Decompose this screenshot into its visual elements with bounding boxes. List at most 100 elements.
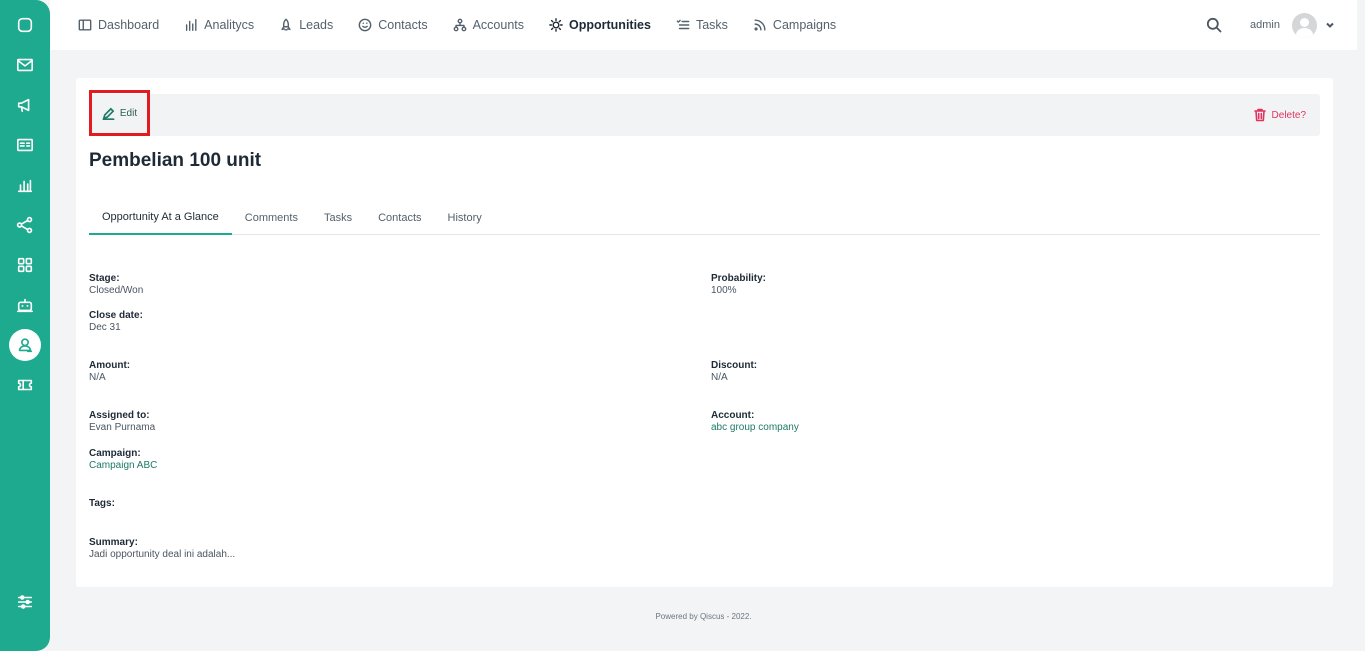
nav-item-contacts[interactable]: Contacts: [358, 18, 428, 32]
user-name: admin: [1250, 19, 1280, 31]
sidebar-item-analytics[interactable]: [9, 169, 41, 201]
field-label: Assigned to:: [89, 410, 150, 421]
smiley-icon: [358, 18, 372, 32]
field-label: Account:: [711, 410, 755, 421]
opportunity-detail-card: Edit Delete? Pembelian 100 unit Opportun…: [76, 78, 1333, 587]
field-value: Evan Purnama: [89, 422, 156, 433]
sidebar-item-inbox[interactable]: [9, 49, 41, 81]
user-icon: [18, 338, 33, 353]
tab-tasks[interactable]: Tasks: [311, 200, 365, 235]
dashboard-icon: [78, 19, 92, 31]
tab-contacts[interactable]: Contacts: [365, 200, 434, 235]
nav-label: Accounts: [472, 18, 525, 32]
field-value: Jadi opportunity deal ini adalah...: [89, 549, 236, 560]
chat-bubble-icon: [17, 17, 33, 33]
action-bar: Edit Delete?: [89, 90, 1320, 136]
sliders-icon: [17, 595, 33, 609]
field-value: N/A: [711, 372, 728, 383]
avatar-head: [1300, 17, 1309, 27]
field-label: Probability:: [711, 273, 767, 284]
id-card-icon: [16, 138, 34, 152]
org-chart-icon: [453, 18, 466, 32]
footer-text: Powered by Qiscus - 2022.: [655, 612, 752, 621]
nav-item-tasks[interactable]: Tasks: [676, 18, 728, 32]
nav-label: Contacts: [378, 18, 428, 32]
field-label: Summary:: [89, 537, 138, 548]
robot-icon: [16, 298, 34, 313]
search-icon: [1206, 17, 1222, 33]
field-label: Stage:: [89, 273, 120, 284]
nav-item-opportunities[interactable]: Opportunities: [549, 18, 651, 32]
nav-label: Leads: [299, 18, 334, 32]
nav-label: Opportunities: [569, 18, 651, 32]
account-link[interactable]: abc group company: [711, 422, 799, 434]
share-nodes-icon: [16, 216, 33, 234]
sidebar-item-integrations[interactable]: [9, 209, 41, 241]
nav-item-analytics[interactable]: Analitycs: [184, 18, 254, 32]
detail-tabs: Opportunity At a Glance Comments Tasks C…: [89, 200, 1320, 235]
main-nav: Dashboard Analitycs Leads Contacts Accou…: [78, 0, 861, 50]
field-stage: Stage: Closed/Won: [89, 273, 143, 297]
campaign-link[interactable]: Campaign ABC: [89, 460, 157, 472]
field-assigned-to: Assigned to: Evan Purnama: [89, 410, 155, 434]
avatar[interactable]: [1292, 12, 1317, 38]
sidebar-item-crm[interactable]: [9, 329, 41, 361]
sun-icon: [549, 18, 563, 32]
nav-item-campaigns[interactable]: Campaigns: [753, 18, 836, 32]
field-value: 100%: [711, 285, 737, 296]
delete-label: Delete?: [1271, 109, 1306, 121]
nav-label: Dashboard: [98, 18, 160, 32]
delete-button[interactable]: Delete?: [1253, 94, 1306, 136]
megaphone-icon: [17, 98, 30, 113]
field-tags: Tags:: [89, 498, 115, 510]
edit-label: Edit: [119, 107, 138, 119]
nav-item-accounts[interactable]: Accounts: [453, 18, 524, 32]
page-title: Pembelian 100 unit: [89, 150, 262, 171]
page-scrollbar[interactable]: [1357, 0, 1365, 651]
checklist-icon: [676, 19, 690, 30]
field-value: Closed/Won: [89, 285, 144, 296]
bar-chart-icon: [17, 179, 33, 193]
sidebar-item-bot[interactable]: [9, 289, 41, 321]
nav-label: Analitycs: [204, 18, 255, 32]
field-value: Dec 31: [89, 322, 121, 333]
tab-comments[interactable]: Comments: [232, 200, 311, 235]
field-label: Amount:: [89, 360, 131, 371]
field-close-date: Close date: Dec 31: [89, 310, 143, 334]
field-label: Close date:: [89, 310, 143, 321]
sidebar-item-settings[interactable]: [9, 586, 41, 618]
nav-label: Tasks: [695, 18, 728, 32]
bar-chart-icon: [186, 19, 197, 31]
field-summary: Summary: Jadi opportunity deal ini adala…: [89, 537, 235, 561]
tab-opportunity-at-a-glance[interactable]: Opportunity At a Glance: [89, 200, 232, 235]
field-value: N/A: [89, 372, 106, 383]
field-label: Campaign:: [89, 448, 141, 459]
sidebar-item-apps[interactable]: [9, 249, 41, 281]
field-probability: Probability: 100%: [711, 273, 766, 297]
field-account: Account: abc group company: [711, 410, 799, 434]
nav-item-leads[interactable]: Leads: [279, 18, 333, 32]
chevron-down-icon: [1326, 22, 1334, 28]
rocket-icon: [281, 18, 291, 31]
rss-icon: [754, 19, 766, 31]
nav-label: Campaigns: [772, 18, 837, 32]
sidebar-item-broadcast[interactable]: [9, 89, 41, 121]
sidebar-item-tickets[interactable]: [9, 369, 41, 401]
ticket-icon: [17, 379, 33, 391]
tab-history[interactable]: History: [435, 200, 495, 235]
top-navbar: Dashboard Analitycs Leads Contacts Accou…: [50, 0, 1357, 50]
sidebar-item-chat[interactable]: [9, 9, 41, 41]
edit-button[interactable]: Edit: [89, 90, 150, 136]
envelope-icon: [16, 58, 34, 72]
avatar-body: [1296, 27, 1313, 38]
pencil-icon: [102, 107, 115, 120]
sidebar-item-contacts-card[interactable]: [9, 129, 41, 161]
nav-item-dashboard[interactable]: Dashboard: [78, 18, 159, 32]
user-menu-toggle[interactable]: [1325, 20, 1335, 30]
grid-icon: [17, 257, 33, 273]
field-campaign: Campaign: Campaign ABC: [89, 448, 157, 472]
trash-icon: [1253, 108, 1266, 122]
search-button[interactable]: [1206, 17, 1222, 33]
sidebar: [0, 0, 50, 651]
field-label: Tags:: [89, 498, 115, 509]
